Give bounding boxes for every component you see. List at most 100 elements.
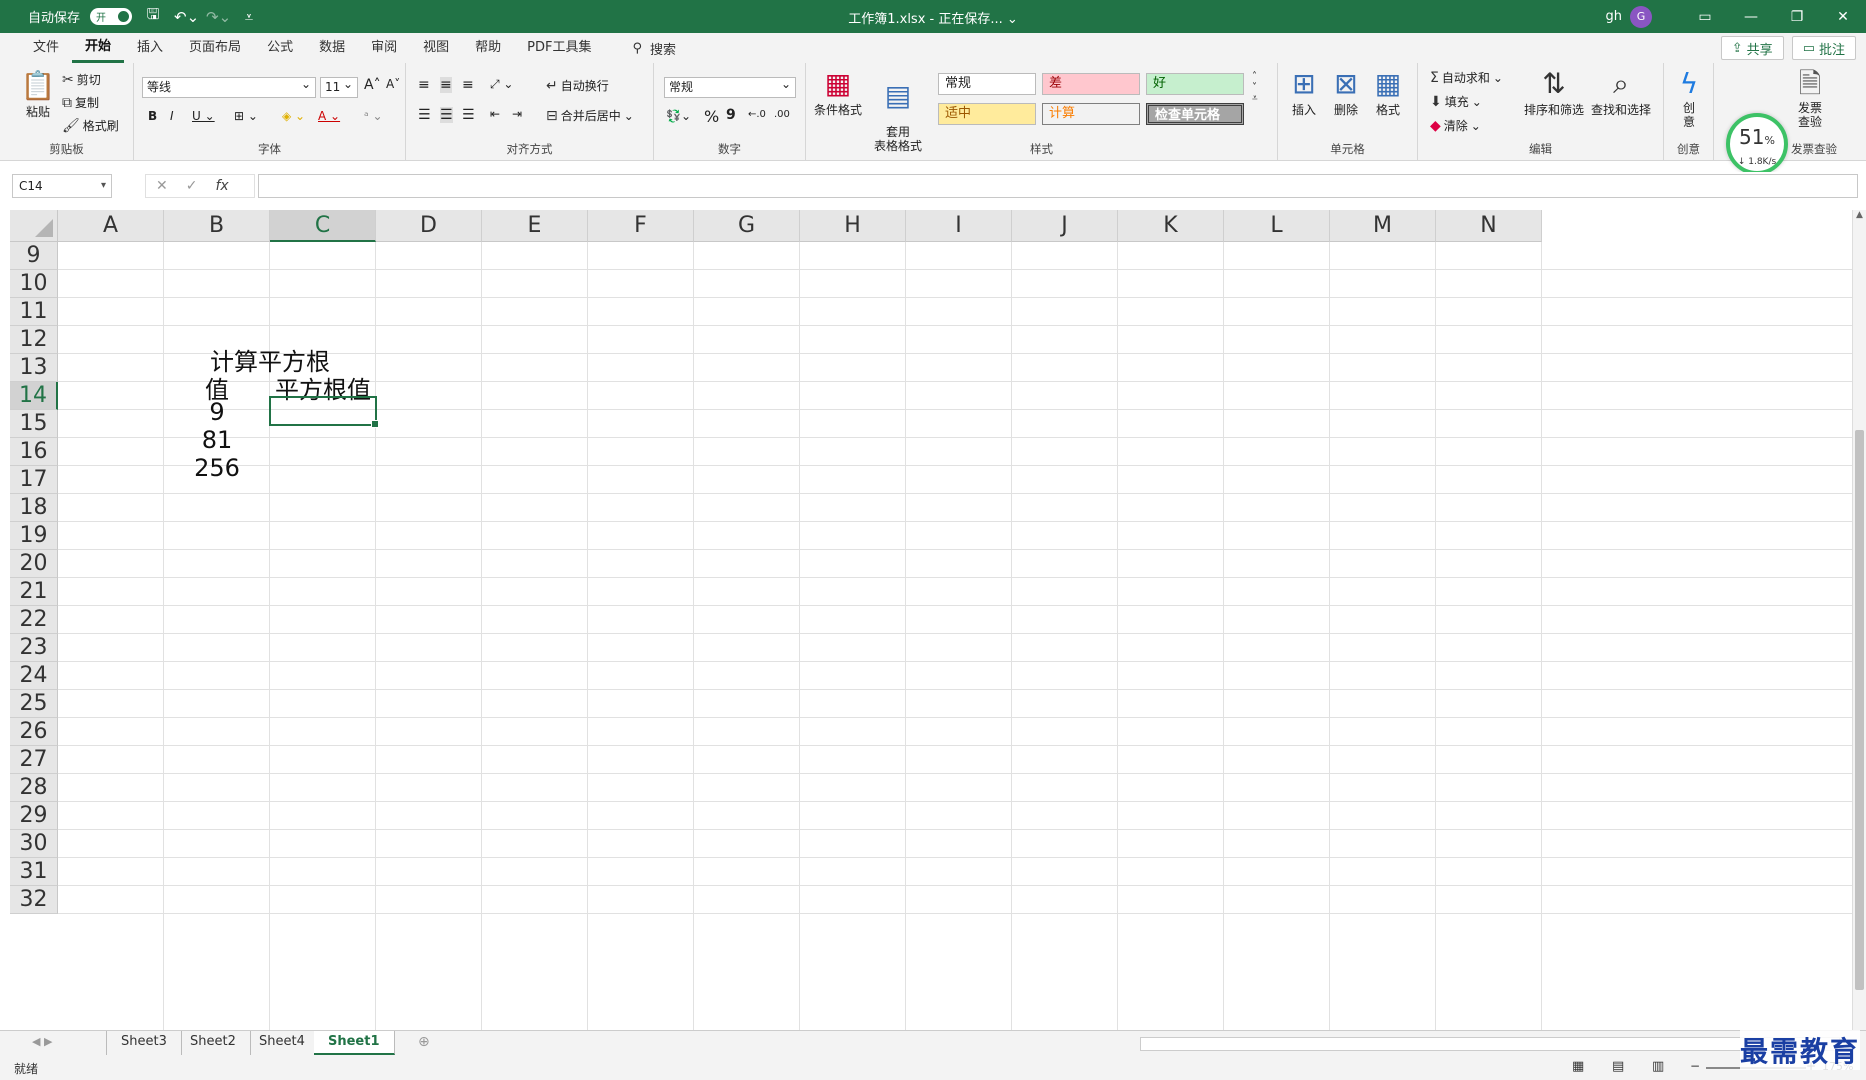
cut-button[interactable]: ✂ 剪切 [62,71,101,88]
comment-button[interactable]: ▭ 批注 [1791,36,1856,60]
styles-scroll-icon[interactable]: ˄ ˅ ⩡ [1252,71,1258,104]
tab-insert[interactable]: 插入 [124,33,176,63]
tab-home[interactable]: 开始 [72,33,125,63]
grow-font-button[interactable]: A˄ [364,77,381,93]
column-header-e[interactable]: E [482,210,588,242]
select-all-corner[interactable] [10,210,58,242]
align-middle-icon[interactable]: ≡ [440,77,452,93]
style-good[interactable]: 好 [1146,73,1244,95]
close-icon[interactable]: ✕ [1820,0,1866,33]
increase-indent-icon[interactable]: ⇥ [512,107,522,121]
underline-button[interactable]: U ⌄ [192,109,215,123]
tab-formulas[interactable]: 公式 [254,33,306,63]
number-format-select[interactable]: 常规 [664,75,796,98]
wrap-text-button[interactable]: ↵ 自动换行 [546,77,609,94]
row-header-17[interactable]: 17 [10,466,58,494]
autosave-toggle[interactable]: 开 [90,8,133,25]
scroll-up-icon[interactable]: ▲ [1853,210,1866,220]
decrease-decimal-icon[interactable]: .00 [774,109,790,120]
shrink-font-button[interactable]: A˅ [386,77,400,91]
sheet-tab-sheet2[interactable]: Sheet2 [176,1031,251,1055]
save-icon[interactable]: 🖫 [142,4,164,29]
align-bottom-icon[interactable]: ≡ [462,77,474,93]
horizontal-scrollbar[interactable] [1140,1037,1840,1051]
row-header-16[interactable]: 16 [10,438,58,466]
undo-icon[interactable]: ↶⌄ [174,8,199,26]
row-header-20[interactable]: 20 [10,550,58,578]
column-header-k[interactable]: K [1118,210,1224,242]
column-header-l[interactable]: L [1224,210,1330,242]
percent-icon[interactable]: % [704,107,719,126]
tab-prev-icon[interactable]: ◀ ▶ [32,1035,52,1048]
selected-cell-c14[interactable] [269,396,379,428]
normal-view-icon[interactable]: ▦ [1572,1059,1584,1074]
column-header-i[interactable]: I [906,210,1012,242]
font-name-select[interactable]: 等线 [142,75,316,98]
tab-page-layout[interactable]: 页面布局 [176,33,254,63]
avatar[interactable]: G [1630,5,1652,28]
network-speed-widget[interactable]: 51% ↓ 1.8K/s [1726,113,1788,175]
phonetic-icon[interactable]: ᵃ ⌄ [364,109,383,123]
row-header-24[interactable]: 24 [10,662,58,690]
page-break-view-icon[interactable]: ▥ [1652,1059,1664,1074]
row-header-30[interactable]: 30 [10,830,58,858]
vertical-scroll-thumb[interactable] [1855,430,1864,990]
column-header-m[interactable]: M [1330,210,1436,242]
vertical-scrollbar[interactable]: ▲ [1852,210,1866,1030]
row-header-13[interactable]: 13 [10,354,58,382]
row-header-32[interactable]: 32 [10,886,58,914]
restore-icon[interactable]: ❐ [1774,0,1820,33]
conditional-format-button[interactable]: ▦ 条件格式 [810,67,866,118]
align-left-icon[interactable]: ☰ [418,107,431,123]
tab-file[interactable]: 文件 [20,33,72,63]
find-select-button[interactable]: ⌕ 查找和选择 [1588,67,1654,118]
align-right-icon[interactable]: ☰ [462,107,475,123]
row-header-22[interactable]: 22 [10,606,58,634]
column-header-j[interactable]: J [1012,210,1118,242]
name-box[interactable]: C14 [12,174,112,198]
column-header-h[interactable]: H [800,210,906,242]
tab-view[interactable]: 视图 [410,33,462,63]
sheet-tab-sheet4[interactable]: Sheet4 [245,1031,320,1055]
row-header-9[interactable]: 9 [10,242,58,270]
user-name[interactable]: gh [1606,9,1623,24]
minimize-icon[interactable]: — [1728,0,1774,33]
column-header-a[interactable]: A [58,210,164,242]
column-header-n[interactable]: N [1436,210,1542,242]
row-header-15[interactable]: 15 [10,410,58,438]
style-normal[interactable]: 常规 [938,73,1036,95]
accounting-icon[interactable]: 💱⌄ [666,109,691,123]
comma-icon[interactable]: 9 [726,107,736,123]
style-calculation[interactable]: 计算 [1042,103,1140,125]
customize-qat-icon[interactable]: ⩡ [238,8,260,26]
font-color-icon[interactable]: A ⌄ [318,109,340,123]
clear-button[interactable]: ◆ 清除 ⌄ [1430,117,1481,134]
row-header-10[interactable]: 10 [10,270,58,298]
format-painter-button[interactable]: 🖌 格式刷 [62,117,119,134]
formula-input[interactable] [258,174,1858,198]
bold-button[interactable]: B [148,109,157,123]
tab-review[interactable]: 审阅 [358,33,410,63]
page-layout-view-icon[interactable]: ▤ [1612,1059,1624,1074]
format-cells-button[interactable]: ▦ 格式 [1368,67,1408,118]
tab-pdf-tools[interactable]: PDF工具集 [514,33,604,63]
sort-filter-button[interactable]: ⇅ 排序和筛选 [1522,67,1586,118]
cancel-icon[interactable]: ✕ [156,178,168,194]
sheet-tab-sheet3[interactable]: Sheet3 [106,1031,182,1055]
row-header-14[interactable]: 14 [10,382,58,410]
share-button[interactable]: ⇪ 共享 [1720,36,1784,60]
worksheet-grid[interactable]: ABCDEFGHIJKLMN 9 10 11 12 13 14 15 16 17 18 19 20 21… [10,210,1852,1030]
increase-decimal-icon[interactable]: ←.0 [748,109,766,120]
search-box[interactable]: ⚲ 搜索 [632,39,676,58]
row-header-11[interactable]: 11 [10,298,58,326]
row-header-21[interactable]: 21 [10,578,58,606]
ribbon-display-icon[interactable]: ▭ [1682,0,1728,33]
row-header-23[interactable]: 23 [10,634,58,662]
column-header-g[interactable]: G [694,210,800,242]
fill-button[interactable]: ⬇ 填充 ⌄ [1430,93,1482,110]
creative-button[interactable]: ϟ创 意 [1670,67,1708,129]
row-header-25[interactable]: 25 [10,690,58,718]
invoice-check-button[interactable]: 🗎 发票 查验 [1788,67,1832,129]
orientation-icon[interactable]: ⤢ ⌄ [490,77,513,92]
style-neutral[interactable]: 适中 [938,103,1036,125]
